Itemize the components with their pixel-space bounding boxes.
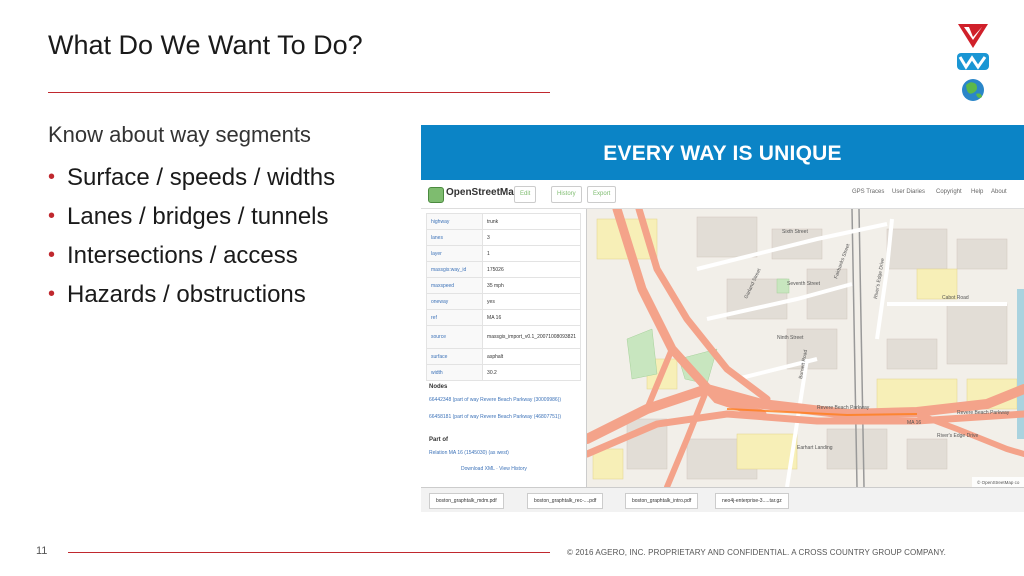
- map-label-rivers-edge-2: River's Edge Drive: [937, 433, 978, 439]
- nav-help[interactable]: Help: [971, 189, 983, 195]
- table-row: lanes 3: [425, 229, 581, 246]
- slide-title: What Do We Want To Do?: [48, 30, 363, 60]
- bullet-list: • Surface / speeds / widths • Lanes / brid…: [48, 158, 335, 314]
- way-details-sidebar: highway trunk lanes 3 layer 1 massgis:way_i…: [421, 209, 587, 487]
- table-row: oneway yes: [425, 293, 581, 310]
- footer-divider: [68, 552, 550, 553]
- bullet-item: • Intersections / access: [48, 236, 335, 275]
- download-item[interactable]: boston_graphtalk_intro.pdf: [625, 493, 699, 509]
- map-label-seventh: Seventh Street: [787, 281, 821, 287]
- table-row: layer 1: [425, 245, 581, 262]
- map-label-sixth: Sixth Street: [782, 229, 808, 235]
- node-link[interactable]: 66442348 (part of way Revere Beach Parkw…: [429, 396, 579, 404]
- bullet-item: • Hazards / obstructions: [48, 275, 335, 314]
- bullet-item: • Surface / speeds / widths: [48, 158, 335, 197]
- table-row: source massgis_import_v0.1_20071008093821: [425, 325, 581, 349]
- nav-about[interactable]: About: [991, 189, 1007, 195]
- blue-wave-logo-icon: [957, 53, 989, 70]
- bullet-icon: •: [48, 244, 56, 266]
- osm-screenshot: EVERY WAY IS UNIQUE OpenStreetMap Edit H…: [421, 125, 1024, 512]
- node-link[interactable]: 66458181 (part of way Revere Beach Parkw…: [429, 413, 579, 421]
- nav-user-diaries[interactable]: User Diaries: [892, 189, 925, 195]
- map-attribution: © OpenStreetMap co: [977, 479, 1020, 485]
- osm-header: OpenStreetMap Edit History Export GPS Tr…: [421, 180, 1024, 209]
- nav-gps-traces[interactable]: GPS Traces: [852, 189, 884, 195]
- download-bar: boston_graphtalk_mdm.pdf boston_graphtal…: [421, 487, 1024, 512]
- bullet-icon: •: [48, 283, 56, 305]
- osm-map[interactable]: Sixth Street Seventh Street Ninth Street…: [587, 209, 1024, 487]
- nodes-heading: Nodes: [429, 384, 448, 390]
- map-label-cabot: Cabot Road: [942, 295, 969, 301]
- map-label-revere-2: Revere Beach Parkway: [957, 410, 1010, 416]
- table-row: maxspeed 35 mph: [425, 277, 581, 294]
- table-row: surface asphalt: [425, 348, 581, 365]
- part-of-heading: Part of: [429, 437, 449, 443]
- table-row: highway trunk: [425, 213, 581, 230]
- download-item[interactable]: boston_graphtalk_mdm.pdf: [429, 493, 504, 509]
- edit-button[interactable]: Edit: [514, 186, 537, 203]
- lead-text: Know about way segments: [48, 122, 311, 147]
- relation-link[interactable]: Relation MA 16 (1545030) (as west): [429, 449, 579, 457]
- map-label-ninth: Ninth Street: [777, 335, 804, 341]
- banner-title: EVERY WAY IS UNIQUE: [421, 125, 1024, 180]
- bullet-icon: •: [48, 166, 56, 188]
- copyright-text: © 2016 AGERO, INC. PROPRIETARY AND CONFI…: [567, 548, 946, 557]
- red-triangle-logo-icon: [958, 24, 988, 48]
- page-number: 11: [36, 545, 48, 557]
- map-label-ma16: MA 16: [907, 420, 921, 426]
- table-row: ref MA 16: [425, 309, 581, 326]
- table-row: massgis:way_id 175026: [425, 261, 581, 278]
- nav-copyright[interactable]: Copyright: [936, 189, 962, 195]
- osm-logo-icon: [428, 187, 444, 203]
- company-logos: [957, 24, 989, 101]
- history-button[interactable]: History: [551, 186, 582, 203]
- download-item[interactable]: boston_graphtalk_rec-....pdf: [527, 493, 604, 509]
- download-item[interactable]: neo4j-enterprise-3.....tar.gz: [715, 493, 789, 509]
- tags-table: highway trunk lanes 3 layer 1 massgis:way_i…: [425, 213, 581, 381]
- bullet-icon: •: [48, 205, 56, 227]
- title-divider: [48, 92, 550, 93]
- map-label-revere: Revere Beach Parkway: [817, 405, 870, 411]
- map-label-earhart: Earhart Landing: [797, 445, 833, 451]
- table-row: width 30.2: [425, 364, 581, 381]
- bullet-item: • Lanes / bridges / tunnels: [48, 197, 335, 236]
- export-button[interactable]: Export: [587, 186, 617, 203]
- osm-brand[interactable]: OpenStreetMap: [446, 187, 520, 198]
- globe-logo-icon: [962, 79, 984, 101]
